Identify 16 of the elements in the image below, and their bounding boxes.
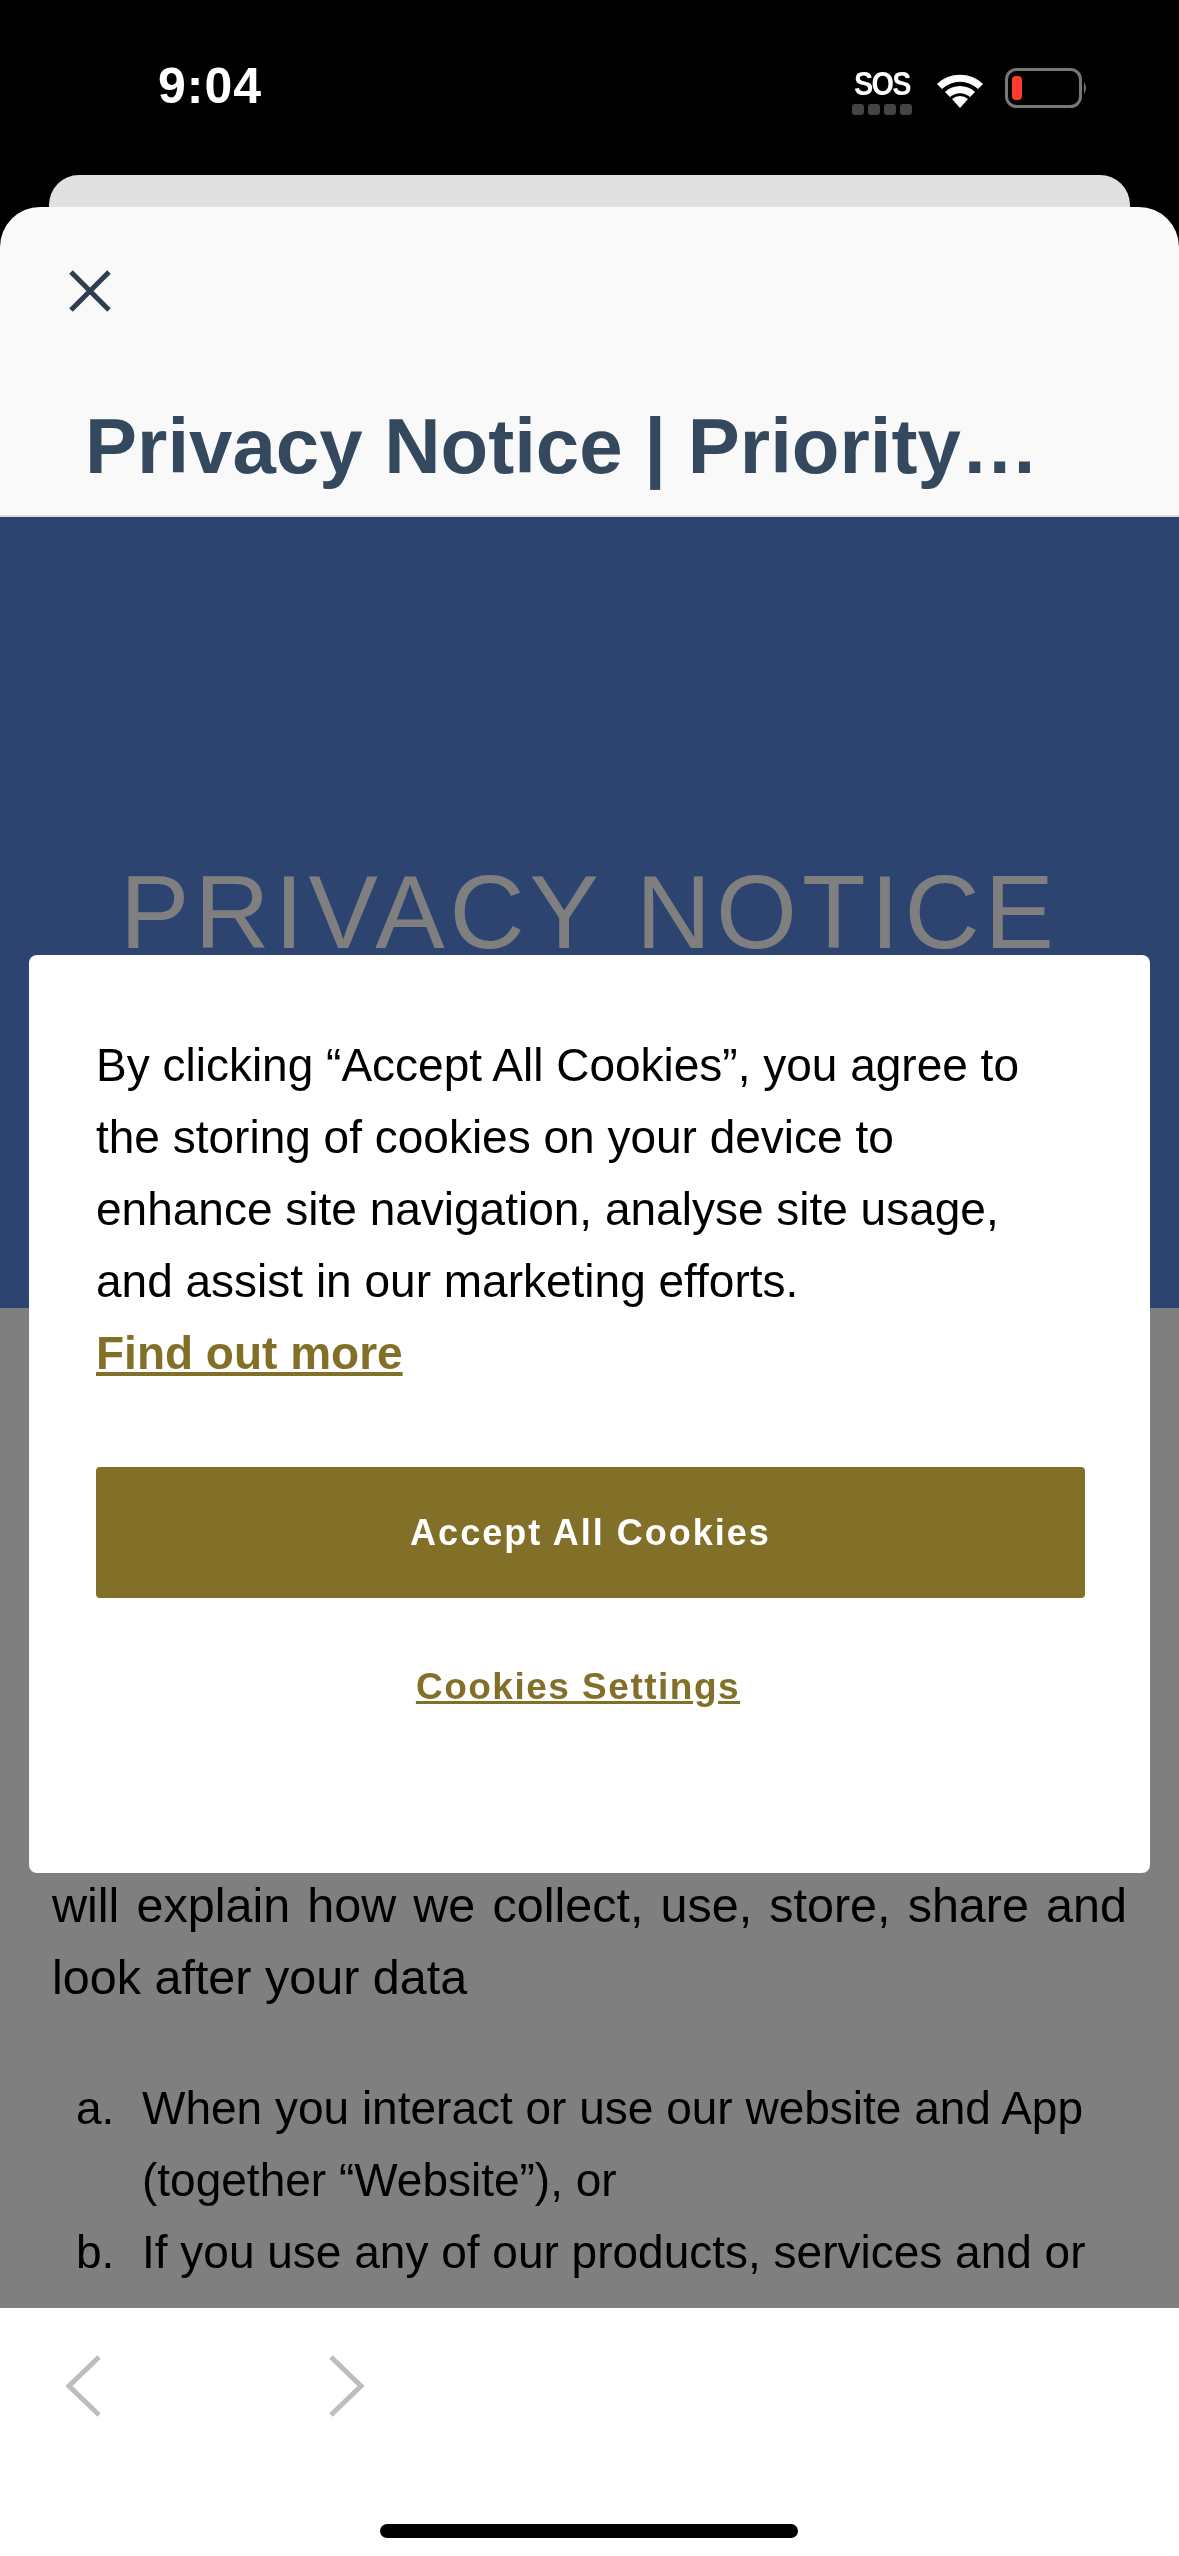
intro-paragraph: will explain how we collect, use, store, share and look after your data (52, 1877, 1127, 2006)
list-item-text: When you interact or use our website and App (together “Website”), or (142, 2081, 1084, 2208)
close-icon[interactable] (68, 269, 112, 313)
cookies-settings-link[interactable]: Cookies Settings (415, 1666, 741, 1708)
list-marker: a. (76, 2081, 116, 2136)
page-title: Privacy Notice | Priority… (85, 401, 1040, 492)
signal-dots-icon (852, 103, 913, 116)
hero-title: PRIVACY NOTICE (120, 853, 1059, 972)
find-out-more-link[interactable]: Find out more (96, 1327, 403, 1379)
carrier-label: SOS (854, 65, 911, 100)
list-item-text: If you use any of our products, services and or (142, 2225, 1087, 2280)
battery-icon (1005, 67, 1089, 108)
list-marker: b. (76, 2225, 116, 2280)
status-time: 9:04 (158, 56, 263, 115)
accept-cookies-button[interactable]: Accept All Cookies (96, 1467, 1085, 1598)
cookie-message: By clicking “Accept All Cookies”, you agree to the storing of cookies on your device to enhance site navigation, analyse site usage, and assist in our marketing efforts. Find out more (96, 1038, 1020, 1381)
